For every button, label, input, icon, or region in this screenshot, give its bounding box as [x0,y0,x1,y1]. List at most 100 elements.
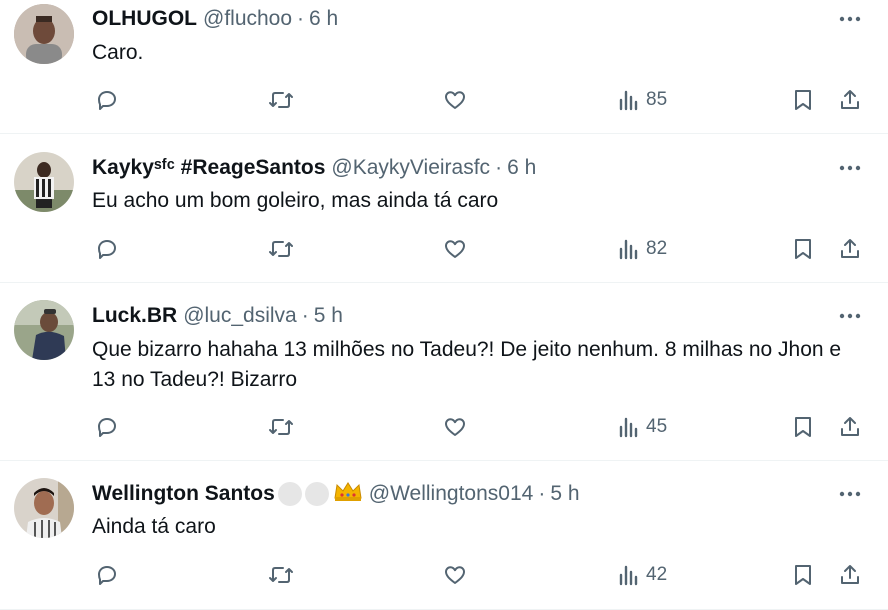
reply-icon [98,91,116,110]
retweet-button[interactable] [268,234,294,264]
reply-icon [98,418,116,437]
tweet-header: Kaykyˢᶠᶜ #ReageSantos @KaykyVieirasfc · … [92,154,536,182]
timestamp[interactable]: 5 h [550,482,579,506]
like-button[interactable] [443,412,467,442]
crown-emoji [333,480,363,508]
tweet-header: OLHUGOL @fluchoo · 6 h [92,5,338,33]
avatar-photo-icon [14,152,74,212]
view-count: 85 [646,89,668,110]
views-icon [619,90,638,111]
retweet-icon [269,419,293,435]
retweet-button[interactable] [268,412,294,442]
tweet[interactable]: Wellington Santos @Wellingtons014 · 5 h … [0,461,888,610]
like-icon [445,566,465,584]
reply-button[interactable] [95,560,119,590]
more-button[interactable] [838,156,862,180]
like-icon [445,418,465,436]
retweet-button[interactable] [268,85,294,115]
reply-icon [98,566,116,585]
like-button[interactable] [443,560,467,590]
share-button[interactable] [838,560,862,590]
reply-button[interactable] [95,85,119,115]
bookmark-icon [795,417,811,437]
tweet-text: Ainda tá caro [92,515,216,538]
tweet[interactable]: OLHUGOL @fluchoo · 6 h Caro. 85 [0,0,888,134]
tweet-header: Wellington Santos @Wellingtons014 · 5 h [92,480,580,508]
share-button[interactable] [838,85,862,115]
bookmark-button[interactable] [792,234,814,264]
display-name[interactable]: OLHUGOL [92,7,197,31]
separator: · [538,482,546,505]
views-button[interactable]: 42 [618,560,667,590]
views-icon [619,417,638,438]
tweet-text: Eu acho um bom goleiro, mas ainda tá car… [92,189,499,212]
share-icon [841,417,859,436]
more-icon [839,491,861,497]
share-button[interactable] [838,412,862,442]
action-bar: 45 [0,412,888,442]
bookmark-button[interactable] [792,85,814,115]
like-icon [445,91,465,109]
more-icon [839,165,861,171]
bookmark-icon [795,239,811,259]
view-count: 42 [646,564,668,585]
bookmark-icon [795,565,811,585]
like-button[interactable] [443,234,467,264]
share-icon [841,565,859,584]
tweet[interactable]: Kaykyˢᶠᶜ #ReageSantos @KaykyVieirasfc · … [0,134,888,283]
reply-button[interactable] [95,234,119,264]
white-circle-emoji [277,482,302,506]
separator: · [495,156,503,179]
bookmark-button[interactable] [792,412,814,442]
display-name[interactable]: Kaykyˢᶠᶜ #ReageSantos [92,156,325,180]
avatar-photo-icon [14,478,74,538]
reply-button[interactable] [95,412,119,442]
bookmark-icon [795,90,811,110]
display-name[interactable]: Luck.BR [92,304,177,328]
avatar[interactable] [14,4,74,64]
retweet-icon [269,241,293,257]
action-bar: 82 [0,234,888,264]
more-icon [839,313,861,319]
timestamp[interactable]: 6 h [309,7,338,31]
tweet[interactable]: Luck.BR @luc_dsilva · 5 h Que bizarro ha… [0,283,888,461]
retweet-icon [269,92,293,108]
view-count: 82 [646,238,668,259]
views-icon [619,239,638,260]
more-button[interactable] [838,7,862,31]
retweet-icon [269,567,293,583]
more-button[interactable] [838,304,862,328]
avatar[interactable] [14,152,74,212]
white-circle-emoji [304,482,329,506]
avatar[interactable] [14,300,74,360]
reply-icon [98,240,116,259]
action-bar: 42 [0,560,888,590]
views-button[interactable]: 85 [618,85,667,115]
like-icon [445,240,465,258]
avatar-photo-icon [14,300,74,360]
tweet-text: Que bizarro hahaha 13 milhões no Tadeu?!… [92,338,842,391]
separator: · [301,304,309,327]
avatar[interactable] [14,478,74,538]
reply-feed: OLHUGOL @fluchoo · 6 h Caro. 85 Kaykyˢᶠᶜ… [0,0,888,610]
share-button[interactable] [838,234,862,264]
username[interactable]: @KaykyVieirasfc [331,156,490,180]
share-icon [841,239,859,258]
username[interactable]: @luc_dsilva [183,304,297,328]
retweet-button[interactable] [268,560,294,590]
display-name[interactable]: Wellington Santos [92,482,275,506]
timestamp[interactable]: 6 h [507,156,536,180]
views-button[interactable]: 82 [618,234,667,264]
views-button[interactable]: 45 [618,412,667,442]
bookmark-button[interactable] [792,560,814,590]
username[interactable]: @Wellingtons014 [369,482,534,506]
views-icon [619,565,638,586]
timestamp[interactable]: 5 h [314,304,343,328]
more-button[interactable] [838,482,862,506]
crown-icon [334,482,362,501]
like-button[interactable] [443,85,467,115]
separator: · [297,7,305,30]
tweet-header: Luck.BR @luc_dsilva · 5 h [92,302,343,330]
username[interactable]: @fluchoo [203,7,292,31]
share-icon [841,90,859,109]
